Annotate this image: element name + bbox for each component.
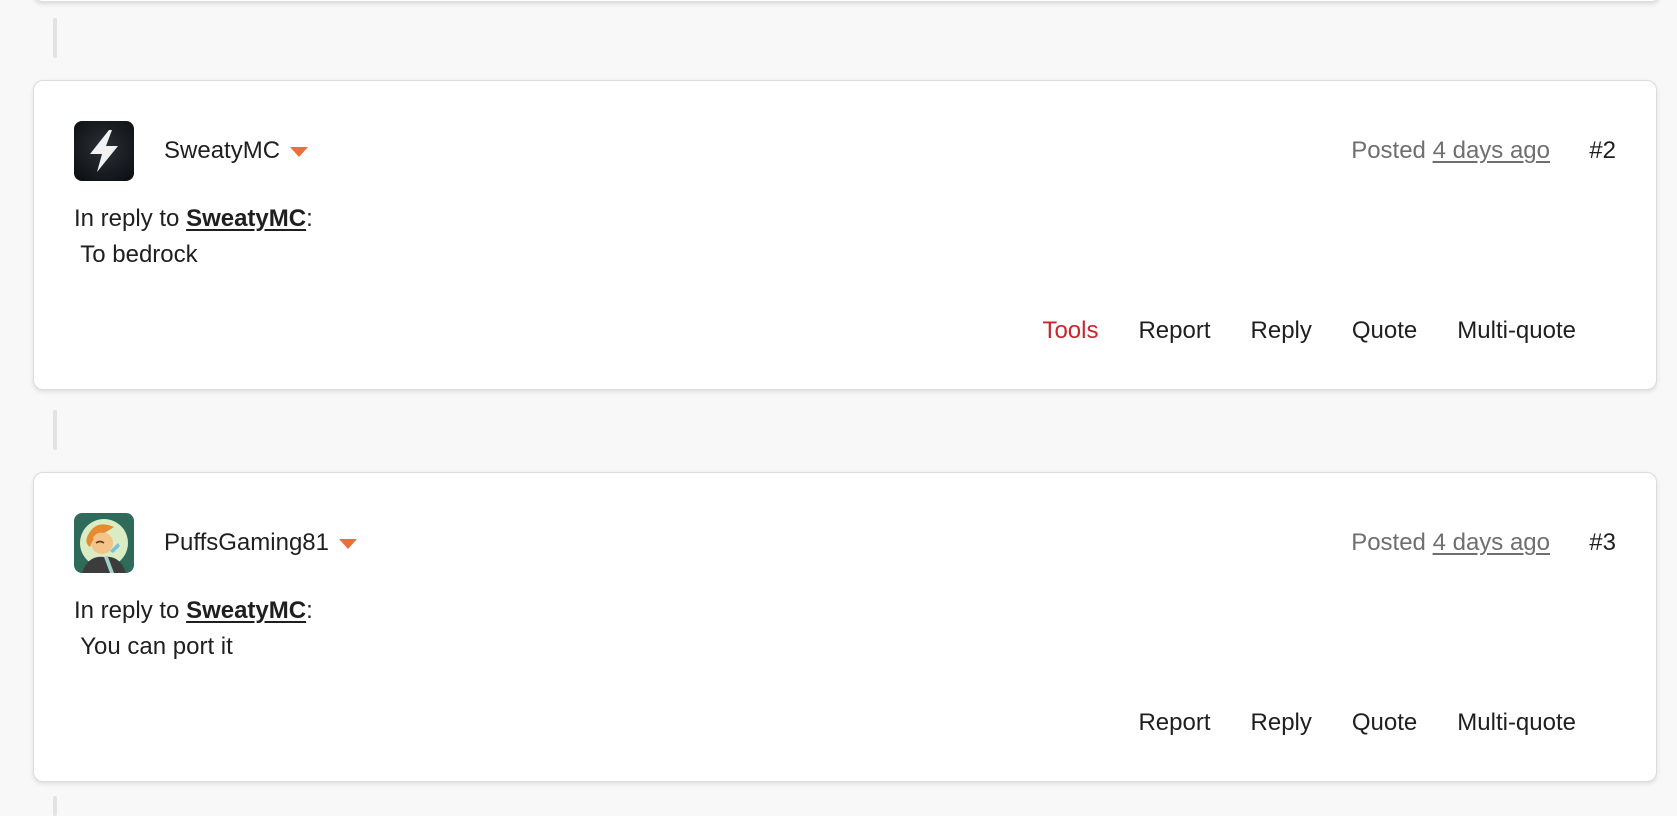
tools-button[interactable]: Tools: [1042, 317, 1098, 345]
posted-label: Posted: [1351, 529, 1426, 556]
username: SweatyMC: [164, 137, 281, 164]
post-timestamp: Posted 4 days ago: [1351, 529, 1550, 557]
reply-user-link[interactable]: SweatyMC: [186, 205, 306, 232]
chevron-down-icon: [339, 539, 357, 549]
multi-quote-button[interactable]: Multi-quote: [1457, 317, 1576, 345]
posted-ago-link[interactable]: 4 days ago: [1433, 137, 1550, 164]
post-body-text: To bedrock: [80, 241, 198, 268]
post-timestamp: Posted 4 days ago: [1351, 137, 1550, 165]
post-body-text: You can port it: [80, 633, 233, 660]
thread-connector-line: [53, 18, 57, 58]
lightning-bolt-icon: [74, 121, 134, 181]
quote-button[interactable]: Quote: [1352, 709, 1417, 737]
reply-suffix: :: [306, 597, 313, 624]
quote-button[interactable]: Quote: [1352, 317, 1417, 345]
post-actions: Report Reply Quote Multi-quote: [1138, 709, 1576, 737]
reply-button[interactable]: Reply: [1251, 317, 1312, 345]
user-avatar[interactable]: [74, 121, 134, 181]
post-number-link[interactable]: #3: [1589, 529, 1616, 557]
reply-button[interactable]: Reply: [1251, 709, 1312, 737]
post-number-link[interactable]: #2: [1589, 137, 1616, 165]
user-avatar[interactable]: [74, 513, 134, 573]
post-body: You can port it: [74, 633, 233, 661]
multi-quote-button[interactable]: Multi-quote: [1457, 709, 1576, 737]
post-card: SweatyMC Posted 4 days ago #2 In reply t…: [33, 80, 1657, 390]
post-card: PuffsGaming81 Posted 4 days ago #3 In re…: [33, 472, 1657, 782]
report-button[interactable]: Report: [1138, 709, 1210, 737]
cartoon-character-avatar: [74, 513, 134, 573]
reply-suffix: :: [306, 205, 313, 232]
posted-label: Posted: [1351, 137, 1426, 164]
thread-connector-line: [53, 796, 57, 816]
previous-post-card-edge: [34, 0, 1660, 2]
post-body: To bedrock: [74, 241, 198, 269]
post-actions: Tools Report Reply Quote Multi-quote: [1042, 317, 1576, 345]
username-menu[interactable]: SweatyMC: [164, 137, 309, 165]
reply-prefix: In reply to: [74, 597, 180, 624]
reply-prefix: In reply to: [74, 205, 180, 232]
thread-connector-line: [53, 410, 57, 450]
report-button[interactable]: Report: [1138, 317, 1210, 345]
username: PuffsGaming81: [164, 529, 329, 556]
reply-reference: In reply to SweatyMC:: [74, 205, 313, 233]
username-menu[interactable]: PuffsGaming81: [164, 529, 357, 557]
posted-ago-link[interactable]: 4 days ago: [1433, 529, 1550, 556]
chevron-down-icon: [290, 147, 309, 157]
reply-user-link[interactable]: SweatyMC: [186, 597, 306, 624]
reply-reference: In reply to SweatyMC:: [74, 597, 313, 625]
